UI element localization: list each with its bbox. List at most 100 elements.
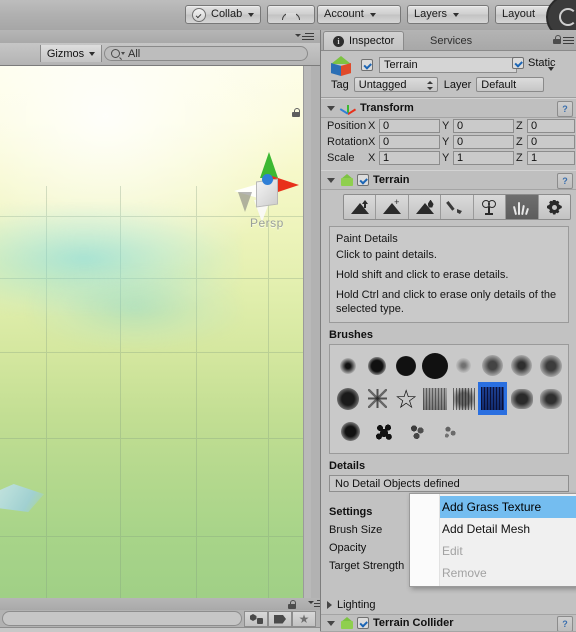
foldout-icon[interactable]: [327, 601, 332, 609]
scale-x-input[interactable]: 1: [379, 151, 440, 165]
axis-y-label: Y: [442, 136, 450, 148]
brush-item[interactable]: [392, 349, 421, 382]
brush-item-selected[interactable]: [478, 382, 508, 416]
collab-button[interactable]: Collab: [185, 5, 261, 24]
scene-orientation-gizmo[interactable]: Persp: [232, 152, 304, 230]
place-trees-tool[interactable]: [473, 195, 507, 219]
brush-item[interactable]: [433, 415, 466, 448]
object-enabled-checkbox[interactable]: [361, 59, 373, 71]
brush-item[interactable]: [363, 382, 392, 415]
chevron-down-icon: [453, 12, 460, 17]
lock-icon[interactable]: [288, 600, 296, 609]
terrain-enabled-checkbox[interactable]: [357, 174, 369, 186]
brush-item[interactable]: [367, 415, 400, 448]
brush-item[interactable]: [334, 349, 363, 382]
project-browser-titlebar: [0, 598, 326, 610]
menu-item-label: Edit: [442, 544, 463, 558]
panel-menu-icon[interactable]: [300, 33, 316, 41]
scale-z-input[interactable]: 1: [527, 151, 575, 165]
brush-item[interactable]: [363, 349, 392, 382]
tab-services[interactable]: Services: [421, 31, 481, 50]
foldout-icon[interactable]: [327, 620, 335, 626]
brush-item[interactable]: ☆: [392, 382, 421, 415]
static-row: Static: [512, 57, 556, 71]
account-dropdown[interactable]: Account: [317, 5, 401, 24]
position-z-input[interactable]: 0: [527, 119, 575, 133]
help-icon[interactable]: ?: [557, 101, 573, 117]
lighting-foldout[interactable]: Lighting: [321, 596, 576, 614]
rotation-x-input[interactable]: 0: [379, 135, 440, 149]
paint-details-tool[interactable]: [506, 195, 539, 219]
scale-y-input[interactable]: 1: [453, 151, 514, 165]
favorite-filter-button[interactable]: ★: [292, 611, 316, 627]
brush-item[interactable]: [421, 349, 450, 382]
transform-component-header[interactable]: Transform ?: [321, 98, 576, 118]
terrain-settings-tool[interactable]: [538, 195, 570, 219]
viewport-scrollbar[interactable]: [303, 66, 311, 598]
chevron-down-icon[interactable]: [547, 67, 554, 71]
inspector-menu-icon[interactable]: [563, 37, 574, 46]
viewport-lock-icon[interactable]: [292, 108, 300, 117]
terrain-component-header[interactable]: Terrain ?: [321, 170, 576, 190]
brush-item[interactable]: [421, 382, 450, 415]
foldout-icon[interactable]: [327, 105, 335, 111]
axis-z-label: Z: [516, 136, 523, 148]
chevron-down-icon: [248, 12, 255, 17]
brush-item[interactable]: [450, 382, 479, 415]
brush-item[interactable]: [334, 382, 363, 415]
scene-search-input[interactable]: All: [104, 46, 308, 61]
rotation-z-input[interactable]: 0: [527, 135, 575, 149]
viewport-fog-secondary: [30, 268, 240, 349]
axis-z-label: Z: [516, 152, 523, 164]
object-name-row: Terrain: [361, 57, 517, 73]
brush-item[interactable]: [334, 415, 367, 448]
scene-panel: Gizmos All Persp ★: [0, 30, 326, 632]
object-name-input[interactable]: Terrain: [379, 57, 517, 73]
brush-item[interactable]: [536, 349, 565, 382]
brush-row: [334, 415, 565, 448]
axis-y-label: Y: [442, 120, 450, 132]
smooth-height-tool[interactable]: [408, 195, 442, 219]
tag-dropdown[interactable]: Untagged: [353, 77, 438, 92]
help-icon[interactable]: ?: [557, 616, 573, 631]
static-checkbox[interactable]: [512, 57, 524, 69]
brushes-title: Brushes: [329, 329, 374, 342]
scene-viewport[interactable]: Persp: [0, 66, 311, 598]
object-filter-button[interactable]: [244, 611, 268, 627]
foldout-icon[interactable]: [327, 177, 335, 183]
terrain-collider-component-header[interactable]: Terrain Collider ?: [321, 614, 576, 631]
brush-palette: ☆: [329, 344, 569, 455]
paint-height-tool[interactable]: +: [376, 195, 409, 219]
terrain-collider-icon: [340, 616, 354, 630]
terrain-collider-enabled-checkbox[interactable]: [357, 617, 369, 629]
position-x-input[interactable]: 0: [379, 119, 440, 133]
terrain-collider-title: Terrain Collider: [373, 617, 454, 629]
scene-view-toolbar: Gizmos All: [0, 43, 320, 66]
help-line-3: Hold Ctrl and click to erase only detail…: [336, 289, 557, 316]
paint-texture-tool[interactable]: [441, 195, 474, 219]
brush-item[interactable]: [400, 415, 433, 448]
details-empty-field[interactable]: No Detail Objects defined: [329, 475, 569, 493]
gizmos-dropdown[interactable]: Gizmos: [40, 45, 102, 62]
cloud-button[interactable]: [267, 5, 315, 24]
scale-label: Scale: [327, 152, 355, 164]
brush-item[interactable]: [507, 382, 536, 415]
project-search-input[interactable]: [2, 611, 242, 626]
layers-dropdown[interactable]: Layers: [407, 5, 489, 24]
brush-item[interactable]: [450, 349, 479, 382]
brush-item[interactable]: [507, 349, 536, 382]
brush-item[interactable]: [478, 349, 507, 382]
help-icon[interactable]: ?: [557, 173, 573, 189]
raise-lower-terrain-tool[interactable]: [344, 195, 377, 219]
inspector-lock-icon[interactable]: [553, 35, 561, 44]
brush-item[interactable]: [536, 382, 565, 415]
account-label: Account: [324, 8, 364, 20]
terrain-title: Terrain: [373, 174, 410, 186]
layer-dropdown[interactable]: Default: [476, 77, 545, 92]
tag-filter-button[interactable]: [268, 611, 292, 627]
position-y-input[interactable]: 0: [453, 119, 514, 133]
tab-inspector[interactable]: i Inspector: [323, 31, 405, 50]
perspective-label[interactable]: Persp: [250, 216, 284, 230]
rotation-y-input[interactable]: 0: [453, 135, 514, 149]
brush-row: ☆: [334, 382, 565, 416]
